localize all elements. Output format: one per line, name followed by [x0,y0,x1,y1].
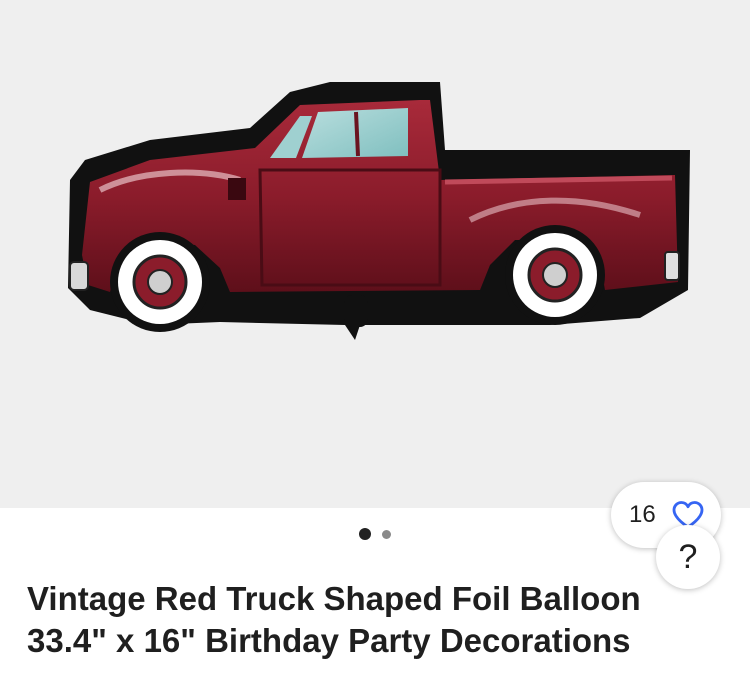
pagination-dot[interactable] [382,529,391,539]
red-truck-balloon-image [68,82,690,340]
product-image-gallery[interactable] [0,0,750,508]
watch-count: 16 [629,501,656,528]
pagination-dot-active[interactable] [359,528,371,540]
help-question-icon: ? [678,537,698,576]
listing-title: Vintage Red Truck Shaped Foil Balloon 33… [27,580,641,659]
